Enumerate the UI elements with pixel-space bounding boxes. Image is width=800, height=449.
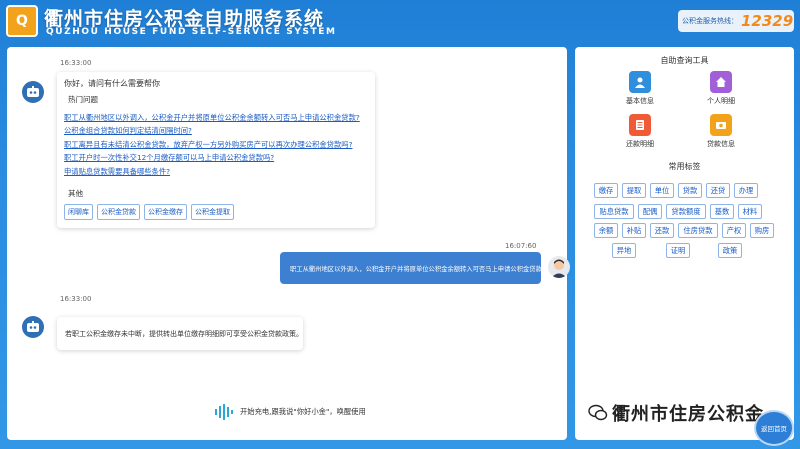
other-heading: 其他 — [68, 189, 83, 199]
watermark-text: 衢州市住房公积金 — [612, 404, 764, 425]
tag-row: 缴存 提取 单位 贷款 还贷 办理 — [594, 183, 774, 198]
common-tag[interactable]: 单位 — [650, 183, 674, 198]
tool-loan-info[interactable]: 贷款信息 — [696, 114, 746, 149]
tag-row: 贴息贷款 配偶 贷款额度 基数 材料 — [594, 204, 774, 219]
tag-row: 异地 证明 政策 — [594, 243, 774, 258]
common-tag[interactable]: 政策 — [718, 243, 742, 258]
wechat-icon — [588, 404, 608, 421]
tool-label: 还款明细 — [626, 140, 654, 148]
right-panel: 自助查询工具 基本信息 个人明细 还款明细 贷款信息 常用标签 缴存 提取 单位… — [575, 47, 794, 440]
hot-questions-heading: 热门问题 — [68, 95, 98, 104]
microphone-wave-icon — [215, 404, 233, 420]
common-tag[interactable]: 材料 — [738, 204, 762, 219]
tool-basic-info[interactable]: 基本信息 — [615, 71, 665, 106]
tag-row: 余额 补贴 还款 住房贷款 产权 购房 — [594, 223, 774, 238]
tool-repayment-detail[interactable]: 还款明细 — [615, 114, 665, 149]
person-icon — [629, 71, 651, 93]
common-tag[interactable]: 补贴 — [622, 223, 646, 238]
tool-label: 贷款信息 — [707, 140, 735, 148]
home-button[interactable]: 返回首页 — [754, 410, 794, 446]
house-icon — [710, 71, 732, 93]
list-icon — [629, 114, 651, 136]
common-tag[interactable]: 住房贷款 — [678, 223, 718, 238]
common-tag[interactable]: 异地 — [612, 243, 636, 258]
hot-question-link[interactable]: 职工从衢州地区以外调入，公积金开户并将原单位公积金余额转入可否马上申请公积金贷款… — [64, 111, 368, 124]
common-tag[interactable]: 证明 — [666, 243, 690, 258]
common-tag[interactable]: 余额 — [594, 223, 618, 238]
common-tag[interactable]: 缴存 — [594, 183, 618, 198]
hot-question-link[interactable]: 职工离异且有未结清公积金贷款，放弃产权一方另外购买房产可以再次办理公积金贷款吗? — [64, 138, 368, 151]
bot-message-answer: 若职工公积金缴存未中断，提供转出单位缴存明细即可享受公积金贷款政策。 — [57, 317, 303, 350]
voice-prompt-text: 开始充电,跟我说"你好小金"，唤醒使用 — [240, 407, 366, 416]
tool-personal-detail[interactable]: 个人明细 — [696, 71, 746, 106]
timestamp: 16:33:00 — [60, 59, 92, 67]
common-tag[interactable]: 贷款额度 — [666, 204, 706, 219]
other-tags: 闲聊库 公积金贷款 公积金缴存 公积金提取 — [64, 204, 368, 221]
greeting-text: 你好，请问有什么需要帮你 — [64, 79, 160, 88]
bot-message-welcome: 你好，请问有什么需要帮你 热门问题 职工从衢州地区以外调入，公积金开户并将原单位… — [57, 72, 375, 228]
timestamp: 16:07:60 — [505, 242, 537, 250]
common-tag[interactable]: 还款 — [650, 223, 674, 238]
robot-avatar-icon — [22, 316, 44, 338]
watermark: 衢州市住房公积金 — [588, 400, 764, 426]
hot-question-link[interactable]: 公积金组合贷款如何判定结清间隔时间? — [64, 124, 368, 137]
common-tag[interactable]: 贷款 — [678, 183, 702, 198]
hot-question-link[interactable]: 职工开户时一次性补交12个月缴存额可以马上申请公积金贷款吗? — [64, 151, 368, 164]
other-tag[interactable]: 公积金提取 — [191, 204, 234, 221]
hotline-number: 12329 — [741, 12, 794, 30]
chat-panel[interactable]: 16:33:00 你好，请问有什么需要帮你 热门问题 职工从衢州地区以外调入，公… — [7, 47, 570, 440]
voice-prompt[interactable]: 开始充电,跟我说"你好小金"，唤醒使用 — [214, 404, 366, 420]
user-message: 职工从衢州地区以外调入，公积金开户并将原单位公积金余额转入可否马上申请公积金贷款… — [280, 252, 545, 284]
tool-label: 个人明细 — [707, 97, 735, 105]
hotline-badge: 公积金服务热线： 12329 — [678, 10, 794, 32]
tools-heading: 自助查询工具 — [660, 56, 709, 65]
common-tag[interactable]: 基数 — [710, 204, 734, 219]
other-tag[interactable]: 公积金缴存 — [144, 204, 187, 221]
robot-avatar-icon — [22, 81, 44, 103]
timestamp: 16:33:00 — [60, 295, 92, 303]
hot-question-link[interactable]: 申请贴息贷款需要具备哪些条件? — [64, 165, 368, 178]
common-tag[interactable]: 产权 — [722, 223, 746, 238]
common-tag[interactable]: 还贷 — [706, 183, 730, 198]
logo-icon: Q — [6, 5, 38, 37]
app-subtitle: QUZHOU HOUSE FUND SELF-SERVICE SYSTEM — [46, 27, 337, 37]
money-icon — [710, 114, 732, 136]
tool-label: 基本信息 — [626, 97, 654, 105]
common-tag[interactable]: 贴息贷款 — [594, 204, 634, 219]
common-tag[interactable]: 配偶 — [638, 204, 662, 219]
common-tag[interactable]: 购房 — [750, 223, 774, 238]
hotline-label: 公积金服务热线： — [682, 17, 738, 25]
common-tag[interactable]: 提取 — [622, 183, 646, 198]
tags-heading: 常用标签 — [668, 162, 701, 171]
other-tag[interactable]: 公积金贷款 — [97, 204, 140, 221]
common-tag[interactable]: 办理 — [734, 183, 758, 198]
other-tag[interactable]: 闲聊库 — [64, 204, 93, 221]
user-avatar — [548, 256, 570, 278]
header: Q 衢州市住房公积金自助服务系统 QUZHOU HOUSE FUND SELF-… — [0, 0, 800, 44]
